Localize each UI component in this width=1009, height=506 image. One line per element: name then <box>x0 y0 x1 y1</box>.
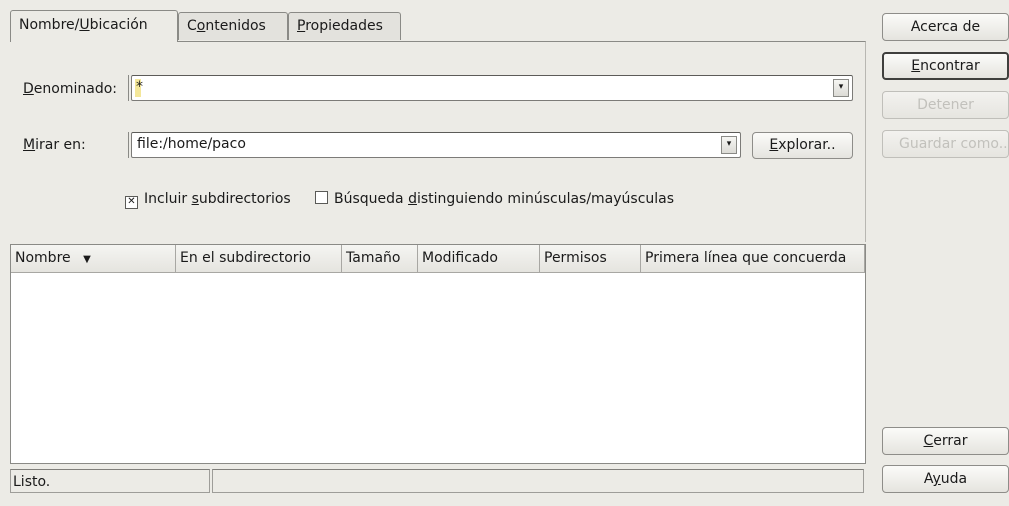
named-combobox[interactable]: * ▾ <box>128 75 853 101</box>
tab-label: Propiedades <box>297 18 383 34</box>
lookin-label: Mirar en: <box>23 137 86 153</box>
named-input-value: * <box>136 79 143 95</box>
checkbox-unchecked-icon <box>315 191 328 204</box>
checkbox-checked-icon: ✕ <box>125 196 138 209</box>
dropdown-arrow-icon[interactable]: ▾ <box>721 136 737 154</box>
case-sensitive-checkbox[interactable]: Búsqueda distinguiendo minúsculas/mayúsc… <box>315 191 674 207</box>
column-header-size[interactable]: Tamaño <box>342 245 418 273</box>
field-edge <box>128 132 132 158</box>
about-button[interactable]: Acerca de <box>882 13 1009 41</box>
save-as-button[interactable]: Guardar como.. <box>882 130 1009 158</box>
help-button[interactable]: Ayuda <box>882 465 1009 493</box>
tab-contents[interactable]: Contenidos <box>178 12 288 40</box>
tab-properties[interactable]: Propiedades <box>288 12 401 40</box>
tab-name-location[interactable]: Nombre/Ubicación <box>10 10 178 42</box>
column-header-permissions[interactable]: Permisos <box>540 245 641 273</box>
close-button[interactable]: Cerrar <box>882 427 1009 455</box>
lookin-combobox[interactable]: file:/home/paco ▾ <box>128 132 741 158</box>
dropdown-arrow-icon[interactable]: ▾ <box>833 79 849 97</box>
sort-descending-icon: ▼ <box>83 254 91 265</box>
column-header-first-match[interactable]: Primera línea que concuerda <box>641 245 865 273</box>
column-header-subdirectory[interactable]: En el subdirectorio <box>176 245 342 273</box>
named-label: Denominado: <box>23 81 117 97</box>
include-subdirs-checkbox[interactable]: ✕ Incluir subdirectorios <box>125 191 291 209</box>
tab-label: Nombre/Ubicación <box>19 17 148 33</box>
results-list[interactable]: Nombre ▼ En el subdirectorio Tamaño Modi… <box>10 244 866 464</box>
stop-button[interactable]: Detener <box>882 91 1009 119</box>
find-button[interactable]: Encontrar <box>882 52 1009 80</box>
lookin-input-value: file:/home/paco <box>137 136 246 152</box>
column-header-name[interactable]: Nombre ▼ <box>11 245 176 273</box>
column-header-modified[interactable]: Modificado <box>418 245 540 273</box>
tab-label: Contenidos <box>187 18 266 34</box>
status-text: Listo. <box>10 469 210 493</box>
status-secondary <box>212 469 864 493</box>
field-edge <box>128 75 132 101</box>
browse-button[interactable]: Explorar.. <box>752 132 853 159</box>
